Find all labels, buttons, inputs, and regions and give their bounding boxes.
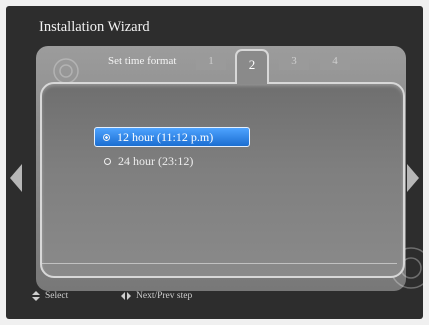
footer-select-hint: Select <box>32 291 68 301</box>
step-label: Set time format <box>108 55 177 67</box>
footer-nav-hint: Next/Prev step <box>121 291 192 301</box>
tab-step-1[interactable]: 1 <box>196 53 226 70</box>
option-24-hour[interactable]: 24 hour (23:12) <box>96 152 193 170</box>
tab-step-4[interactable]: 4 <box>320 53 350 70</box>
tab-step-2[interactable]: 2 <box>235 49 269 84</box>
divider <box>42 263 397 264</box>
window-title: Installation Wizard <box>39 19 150 35</box>
radio-icon <box>104 157 111 165</box>
nav-label: Next/Prev step <box>136 291 193 301</box>
up-down-arrows-icon <box>32 291 40 301</box>
left-right-arrows-icon <box>121 292 131 300</box>
wizard-screen: Installation Wizard Set time format 1 2 … <box>6 6 423 319</box>
options-panel <box>40 82 405 278</box>
option-label: 12 hour (11:12 p.m) <box>117 129 214 144</box>
select-label: Select <box>45 291 69 301</box>
radio-selected-icon <box>103 133 110 141</box>
option-12-hour[interactable]: 12 hour (11:12 p.m) <box>94 127 250 147</box>
arrow-left-icon[interactable] <box>10 164 22 192</box>
tab-step-3[interactable]: 3 <box>279 53 309 70</box>
arrow-right-icon[interactable] <box>407 164 419 192</box>
option-label: 24 hour (23:12) <box>118 153 194 168</box>
